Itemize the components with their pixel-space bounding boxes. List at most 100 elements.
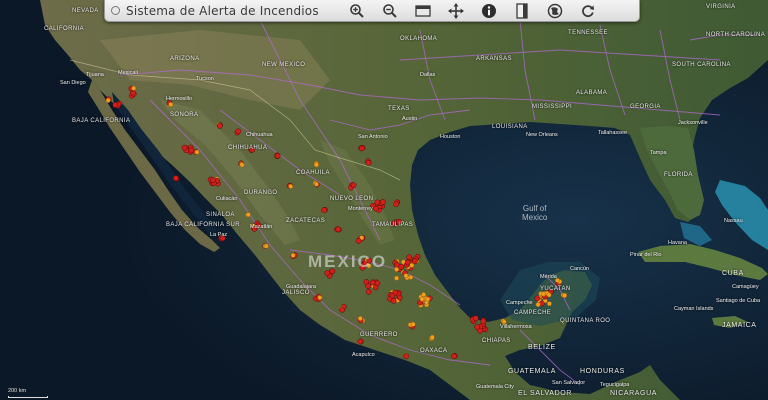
fire-alert-high-marker[interactable] xyxy=(372,284,379,291)
map-canvas[interactable] xyxy=(0,0,768,400)
fire-alert-high-marker[interactable] xyxy=(355,238,362,244)
fire-alert-high-marker[interactable] xyxy=(251,226,258,232)
basemap-button[interactable] xyxy=(545,2,565,20)
fire-alert-low-marker[interactable] xyxy=(546,301,552,307)
layers-button[interactable] xyxy=(512,2,532,20)
full-extent-icon xyxy=(415,4,431,17)
fire-alert-high-marker[interactable] xyxy=(365,288,372,295)
fire-alert-low-marker[interactable] xyxy=(429,334,435,340)
fire-alert-high-marker[interactable] xyxy=(366,257,373,264)
fire-alert-high-marker[interactable] xyxy=(359,145,365,152)
fire-alert-low-marker[interactable] xyxy=(313,162,319,168)
fire-alert-low-marker[interactable] xyxy=(546,292,552,298)
fire-alert-low-marker[interactable] xyxy=(105,97,111,103)
fire-alert-high-marker[interactable] xyxy=(339,307,346,313)
basemap-icon xyxy=(547,3,563,18)
fire-alert-high-marker[interactable] xyxy=(477,327,484,334)
fire-alert-high-marker[interactable] xyxy=(390,297,397,304)
fire-alert-high-marker[interactable] xyxy=(112,102,119,108)
fire-alert-high-marker[interactable] xyxy=(403,353,410,360)
fire-alert-high-marker[interactable] xyxy=(219,235,226,241)
fire-alert-low-marker[interactable] xyxy=(394,266,400,272)
fire-alert-high-marker[interactable] xyxy=(373,205,379,212)
fire-alert-low-marker[interactable] xyxy=(313,181,319,187)
pan-button[interactable] xyxy=(446,2,466,20)
app-title-group: Sistema de Alerta de Incendios xyxy=(111,4,347,18)
fire-alert-high-marker[interactable] xyxy=(398,263,405,270)
fire-alert-high-marker[interactable] xyxy=(396,294,403,301)
full-extent-button[interactable] xyxy=(413,2,433,20)
fire-alert-high-marker[interactable] xyxy=(329,268,336,275)
fire-alert-low-marker[interactable] xyxy=(501,319,507,325)
fire-alert-high-marker[interactable] xyxy=(216,123,223,129)
info-icon xyxy=(482,3,496,18)
fire-alert-high-marker[interactable] xyxy=(369,279,376,286)
fire-alert-high-marker[interactable] xyxy=(380,199,386,205)
fire-alert-high-marker[interactable] xyxy=(357,338,364,345)
fire-alert-high-marker[interactable] xyxy=(412,258,418,265)
fire-alert-low-marker[interactable] xyxy=(421,292,427,298)
fire-alert-low-marker[interactable] xyxy=(131,85,137,91)
fire-alert-high-marker[interactable] xyxy=(451,353,457,360)
app-logo-icon xyxy=(111,6,120,15)
fire-alert-high-marker[interactable] xyxy=(321,207,327,214)
fire-alert-high-marker[interactable] xyxy=(324,270,331,276)
layers-icon xyxy=(516,2,528,19)
fire-alert-high-marker[interactable] xyxy=(350,182,357,189)
fire-alert-low-marker[interactable] xyxy=(366,263,372,269)
fire-alert-low-marker[interactable] xyxy=(357,316,363,321)
fire-alert-low-marker[interactable] xyxy=(263,243,269,249)
fire-alert-high-marker[interactable] xyxy=(274,152,281,159)
fire-alert-high-marker[interactable] xyxy=(393,201,399,208)
zoom-out-button[interactable] xyxy=(380,2,400,20)
map-toolbar: Sistema de Alerta de Incendios xyxy=(104,0,640,22)
fire-alert-low-marker[interactable] xyxy=(403,273,409,279)
fire-alert-low-marker[interactable] xyxy=(288,183,294,189)
fire-alert-high-marker[interactable] xyxy=(209,177,216,183)
fire-alert-high-marker[interactable] xyxy=(534,295,541,302)
fire-alert-low-marker[interactable] xyxy=(239,162,245,168)
fire-alert-high-marker[interactable] xyxy=(389,292,396,299)
fire-alert-low-marker[interactable] xyxy=(562,293,568,298)
fire-alert-high-marker[interactable] xyxy=(396,218,402,225)
zoom-in-button[interactable] xyxy=(347,2,367,20)
fire-alert-high-marker[interactable] xyxy=(365,159,372,166)
fire-alert-low-marker[interactable] xyxy=(410,321,416,327)
fire-alert-high-marker[interactable] xyxy=(391,220,397,227)
pan-icon xyxy=(448,2,464,19)
fire-alert-high-marker[interactable] xyxy=(365,283,371,289)
zoom-in-icon xyxy=(350,3,364,18)
scale-label: 200 km xyxy=(8,388,27,394)
fire-alert-low-marker[interactable] xyxy=(409,262,415,268)
fire-alert-high-marker[interactable] xyxy=(173,175,179,181)
fire-alert-high-marker[interactable] xyxy=(335,226,342,233)
fire-alert-low-marker[interactable] xyxy=(425,296,431,302)
refresh-icon xyxy=(582,4,594,17)
fire-alert-high-marker[interactable] xyxy=(249,146,256,153)
fire-alert-low-marker[interactable] xyxy=(168,102,174,107)
app-title: Sistema de Alerta de Incendios xyxy=(126,3,319,18)
fire-alert-high-marker[interactable] xyxy=(480,318,487,325)
fire-alert-high-marker[interactable] xyxy=(255,222,262,229)
refresh-button[interactable] xyxy=(578,2,598,20)
fire-alert-high-marker[interactable] xyxy=(404,259,411,266)
fire-alert-low-marker[interactable] xyxy=(317,295,323,301)
toolbar-tools xyxy=(347,2,611,20)
fire-alert-low-marker[interactable] xyxy=(194,149,200,155)
info-button[interactable] xyxy=(479,2,499,20)
fire-alert-high-marker[interactable] xyxy=(359,264,366,271)
fire-alert-low-marker[interactable] xyxy=(419,296,425,302)
fire-alert-low-marker[interactable] xyxy=(245,212,251,218)
fire-alert-low-marker[interactable] xyxy=(394,275,400,281)
zoom-out-icon xyxy=(383,3,397,18)
fire-alert-low-marker[interactable] xyxy=(554,277,560,283)
fire-alert-high-marker[interactable] xyxy=(181,144,188,151)
fire-alert-low-marker[interactable] xyxy=(535,302,541,308)
scale-bar xyxy=(8,396,48,398)
fire-alert-high-marker[interactable] xyxy=(406,254,413,261)
fire-alert-high-marker[interactable] xyxy=(472,315,479,322)
fire-alert-low-marker[interactable] xyxy=(290,252,296,258)
fire-alert-high-marker[interactable] xyxy=(374,199,381,206)
fire-alert-low-marker[interactable] xyxy=(541,291,546,297)
fire-alert-high-marker[interactable] xyxy=(235,128,242,135)
